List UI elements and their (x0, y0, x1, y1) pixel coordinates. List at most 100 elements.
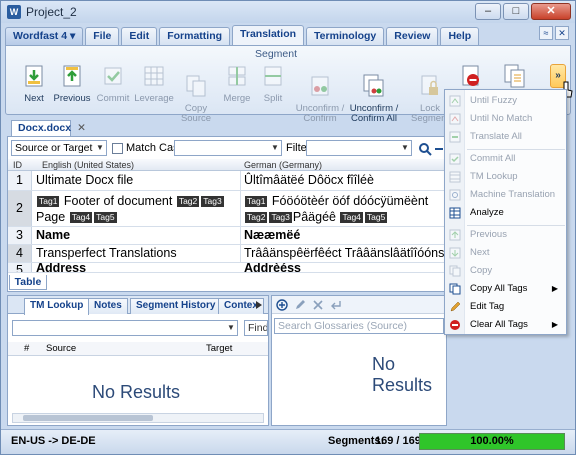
menu-edit[interactable]: Edit (121, 27, 158, 45)
filter-preset-select[interactable]: ▼ (174, 140, 282, 156)
edit-term-icon[interactable] (294, 299, 306, 311)
menu-formatting[interactable]: Formatting (159, 27, 231, 45)
segment-row-5[interactable]: 5 Address Âddrèéss (8, 263, 444, 273)
title-bar[interactable]: W Project_2 – □ ✕ (1, 1, 575, 23)
menu-item-next-tag[interactable]: Next (445, 244, 566, 262)
split-button[interactable]: Split (256, 64, 290, 104)
menu-item-commit-all[interactable]: Commit All (445, 150, 566, 168)
insert-term-icon[interactable] (330, 299, 342, 311)
segment-source[interactable]: Name (36, 228, 70, 242)
menu-item-machine-translation[interactable]: Machine Translation (445, 186, 566, 204)
filter-scope-select[interactable]: Source or Target ▼ (11, 140, 107, 156)
leverage-button[interactable]: Leverage (132, 64, 176, 104)
app-window: W Project_2 – □ ✕ Wordfast 4 ▾ File Edit… (0, 0, 576, 455)
segment-target[interactable]: Nææmëé (244, 228, 300, 242)
table-view-tab[interactable]: Table (9, 275, 47, 290)
menu-item-edit-tag[interactable]: Edit Tag (445, 298, 566, 316)
ribbon-overflow-menu: Until Fuzzy Until No Match Translate All… (444, 89, 567, 335)
split-label: Split (263, 93, 283, 104)
find-button[interactable]: Find (244, 320, 268, 336)
minimize-button[interactable]: – (475, 3, 501, 20)
stop-icon (462, 65, 479, 86)
maximize-button[interactable]: □ (503, 3, 529, 20)
commit-label: Commit (96, 93, 130, 104)
copy-all-tags-icon (449, 283, 461, 295)
filter-clear-icon[interactable] (434, 144, 444, 154)
unconfirm-confirm-button[interactable]: Unconfirm / Confirm (294, 64, 346, 134)
glossary-search-input[interactable]: Search Glossaries (Source) (274, 318, 444, 334)
segment-row-3[interactable]: 3 Name Nææmëé (8, 227, 444, 245)
menu-file[interactable]: File (85, 27, 120, 45)
segment-target[interactable]: Tag1 Fóöóötèér öóf dóócÿümëènt Tag2 Tag3 P… (244, 193, 428, 225)
clear-tags-icon (450, 320, 460, 330)
menu-review[interactable]: Review (386, 27, 439, 45)
tag-badge: Tag5 (364, 212, 388, 224)
next-tag-icon (449, 247, 461, 259)
segment-source[interactable]: Tag1 Footer of document Tag2 Tag3 Page Ta… (36, 193, 225, 225)
tag-badge: Tag3 (201, 196, 224, 208)
chevron-down-icon: ▼ (227, 323, 235, 332)
tab-tm-lookup[interactable]: TM Lookup (24, 298, 90, 315)
menu-item-translate-all[interactable]: Translate All (445, 128, 566, 146)
segment-id: 5 (8, 263, 32, 272)
segment-target[interactable]: Ûltîmâätëé Dôöcx fîîléè (244, 173, 374, 187)
segment-target[interactable]: Trââänspêërfêéct Trââänslâätîîóóns (244, 246, 444, 260)
unconfirm-all-label: Unconfirm / Confirm All (349, 103, 399, 124)
segment-row-1[interactable]: 1 Ultimate Docx file Ûltîmâätëé Dôöcx fî… (8, 171, 444, 191)
progress-label: 100.00% (470, 435, 514, 447)
menu-item-tm-lookup[interactable]: TM Lookup (445, 168, 566, 186)
menu-item-clear-all-tags[interactable]: Clear All Tags ▶ (445, 316, 566, 334)
submenu-arrow-icon: ▶ (551, 284, 558, 293)
document-tab-close-icon[interactable]: ✕ (77, 122, 86, 134)
match-case-checkbox[interactable] (112, 143, 123, 154)
tab-notes[interactable]: Notes (88, 298, 128, 314)
previous-button[interactable]: Previous (52, 64, 92, 104)
next-label: Next (24, 93, 44, 104)
previous-icon (63, 65, 81, 87)
tm-search-input[interactable]: ▼ (12, 320, 238, 336)
segment-row-2[interactable]: 2 Tag1 Footer of document Tag2 Tag3 Page … (8, 191, 444, 227)
no-match-icon (449, 113, 461, 125)
filter-input[interactable]: ▼ (306, 140, 412, 156)
segment-source[interactable]: Ultimate Docx file (36, 173, 133, 187)
delete-term-icon[interactable] (312, 299, 324, 311)
close-button[interactable]: ✕ (531, 3, 571, 20)
menu-help[interactable]: Help (440, 27, 480, 45)
next-button[interactable]: Next (16, 64, 52, 104)
ribbon-close-icon[interactable]: ✕ (555, 26, 569, 40)
menu-item-label: Commit All (470, 153, 516, 164)
add-term-icon[interactable] (276, 299, 288, 311)
merge-button[interactable]: Merge (220, 64, 254, 104)
segment-source[interactable]: Address (36, 263, 86, 272)
unconfirm-confirm-all-button[interactable]: Unconfirm / Confirm All (348, 64, 400, 134)
menu-item-until-no-match[interactable]: Until No Match (445, 110, 566, 128)
document-tab[interactable]: Docx.docx ✕ (11, 120, 86, 136)
col-source: Source (46, 343, 77, 354)
search-icon[interactable] (418, 142, 432, 156)
menu-terminology[interactable]: Terminology (306, 27, 385, 45)
menu-item-analyze[interactable]: Analyze (445, 204, 566, 222)
segment-source[interactable]: Transperfect Translations (36, 246, 177, 260)
menu-translation[interactable]: Translation (232, 25, 305, 45)
scrollbar-thumb[interactable] (23, 415, 153, 421)
commit-button[interactable]: Commit (94, 64, 132, 104)
segment-target[interactable]: Âddrèéss (244, 263, 301, 272)
analyze-icon (449, 207, 461, 219)
ribbon-collapse-icon[interactable]: ≈ (539, 26, 553, 40)
col-source-header: English (United States) (42, 160, 135, 170)
tab-segment-history[interactable]: Segment History (130, 298, 222, 314)
segment-row-4[interactable]: 4 Transperfect Translations Trââänspêërf… (8, 245, 444, 263)
menu-item-label: Edit Tag (470, 301, 505, 312)
menu-item-previous-tag[interactable]: Previous (445, 226, 566, 244)
copy-source-button[interactable]: Copy Source (178, 64, 214, 134)
tm-lookup-panel: TM Lookup Notes Segment History Contex ▼… (7, 295, 269, 426)
menu-item-copy-all-tags[interactable]: Copy All Tags ▶ (445, 280, 566, 298)
menu-wordfast[interactable]: Wordfast 4 ▾ (5, 27, 84, 45)
tab-scroll-icon[interactable] (254, 300, 264, 310)
menu-item-label: Previous (470, 229, 507, 240)
menu-item-until-fuzzy[interactable]: Until Fuzzy (445, 92, 566, 110)
horizontal-scrollbar[interactable] (12, 413, 264, 423)
menu-item-copy-tag[interactable]: Copy (445, 262, 566, 280)
tag-badge: Tag1 (37, 196, 60, 208)
menu-item-label: Analyze (470, 207, 504, 218)
